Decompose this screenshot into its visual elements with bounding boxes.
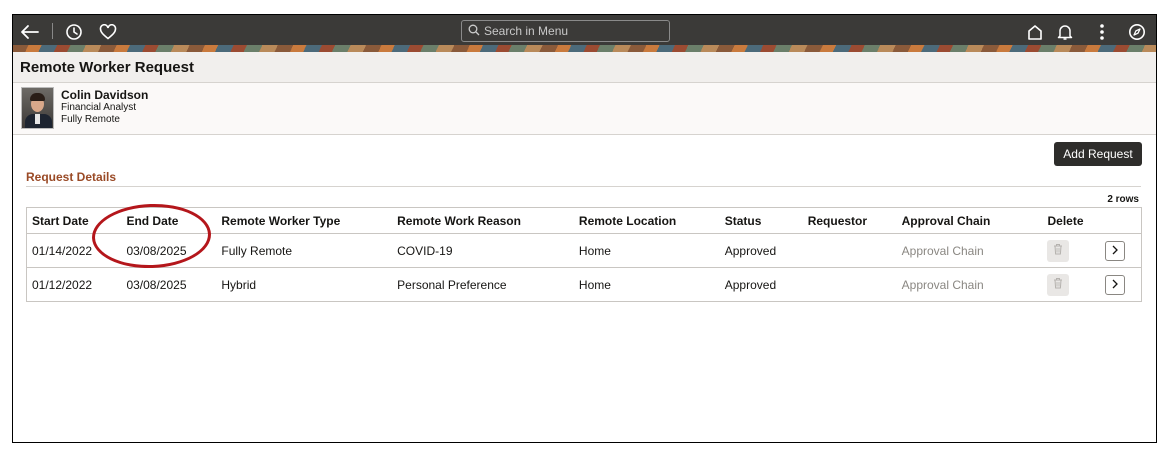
search-box[interactable]	[461, 20, 670, 42]
start-date-cell: 01/12/2022	[26, 267, 122, 302]
app-window: Remote Worker Request Colin Davidson Fin…	[12, 14, 1157, 443]
column-header-reason[interactable]: Remote Work Reason	[392, 207, 574, 234]
type-cell: Fully Remote	[216, 233, 393, 268]
column-header-status[interactable]: Status	[719, 207, 803, 234]
start-date-cell: 01/14/2022	[26, 233, 122, 268]
end-date-cell: 03/08/2025	[121, 233, 217, 268]
delete-cell	[1042, 267, 1101, 302]
detail-cell	[1100, 267, 1142, 302]
column-header-approval-chain[interactable]: Approval Chain	[896, 207, 1043, 234]
location-cell: Home	[573, 233, 720, 268]
column-header-end-date[interactable]: End Date	[121, 207, 217, 234]
search-input[interactable]	[480, 24, 654, 38]
column-header-location[interactable]: Remote Location	[573, 207, 720, 234]
navigator-compass-icon[interactable]	[1126, 21, 1148, 43]
row-count: 2 rows	[1107, 194, 1139, 205]
section-divider	[26, 186, 1141, 187]
divider	[52, 23, 53, 39]
table-header-row: Start Date End Date Remote Worker Type R…	[26, 207, 1142, 234]
person-name: Colin Davidson	[61, 88, 149, 102]
top-navigation-bar	[13, 15, 1156, 52]
decorative-banner	[13, 45, 1156, 52]
favorite-heart-icon[interactable]	[97, 21, 119, 43]
trash-icon	[1053, 277, 1063, 292]
request-table: Start Date End Date Remote Worker Type R…	[26, 207, 1142, 302]
page-title-bar: Remote Worker Request	[13, 52, 1156, 83]
trash-icon	[1053, 243, 1063, 258]
table-row[interactable]: 01/12/2022 03/08/2025 Hybrid Personal Pr…	[26, 267, 1142, 302]
location-cell: Home	[573, 267, 720, 302]
requestor-cell	[802, 233, 897, 268]
table-row[interactable]: 01/14/2022 03/08/2025 Fully Remote COVID…	[26, 233, 1142, 268]
person-job-title: Financial Analyst	[61, 102, 137, 113]
add-request-button[interactable]: Add Request	[1054, 142, 1142, 166]
column-header-start-date[interactable]: Start Date	[26, 207, 122, 234]
history-icon[interactable]	[63, 21, 85, 43]
chevron-right-icon	[1111, 244, 1119, 258]
column-header-delete: Delete	[1042, 207, 1101, 234]
person-header: Colin Davidson Financial Analyst Fully R…	[13, 83, 1156, 135]
status-cell: Approved	[719, 267, 803, 302]
approval-chain-link[interactable]: Approval Chain	[896, 267, 1043, 302]
end-date-cell: 03/08/2025	[121, 267, 217, 302]
delete-row-button[interactable]	[1047, 273, 1070, 296]
delete-row-button[interactable]	[1047, 239, 1070, 262]
delete-cell	[1042, 233, 1101, 268]
row-detail-button[interactable]	[1105, 274, 1126, 295]
search-icon	[468, 24, 480, 39]
reason-cell: Personal Preference	[392, 267, 574, 302]
back-arrow-icon[interactable]	[19, 21, 41, 43]
requestor-cell	[802, 267, 897, 302]
column-header-requestor[interactable]: Requestor	[802, 207, 897, 234]
section-title: Request Details	[26, 170, 117, 184]
page-title: Remote Worker Request	[20, 59, 194, 76]
column-header-type[interactable]: Remote Worker Type	[216, 207, 393, 234]
approval-chain-link[interactable]: Approval Chain	[896, 233, 1043, 268]
detail-cell	[1100, 233, 1142, 268]
notifications-bell-icon[interactable]	[1054, 21, 1076, 43]
avatar	[21, 87, 54, 129]
more-actions-icon[interactable]	[1091, 21, 1113, 43]
row-detail-button[interactable]	[1105, 240, 1126, 261]
type-cell: Hybrid	[216, 267, 393, 302]
reason-cell: COVID-19	[392, 233, 574, 268]
column-header-detail	[1100, 207, 1142, 234]
home-icon[interactable]	[1024, 21, 1046, 43]
status-cell: Approved	[719, 233, 803, 268]
chevron-right-icon	[1111, 278, 1119, 292]
person-work-mode: Fully Remote	[61, 114, 120, 125]
